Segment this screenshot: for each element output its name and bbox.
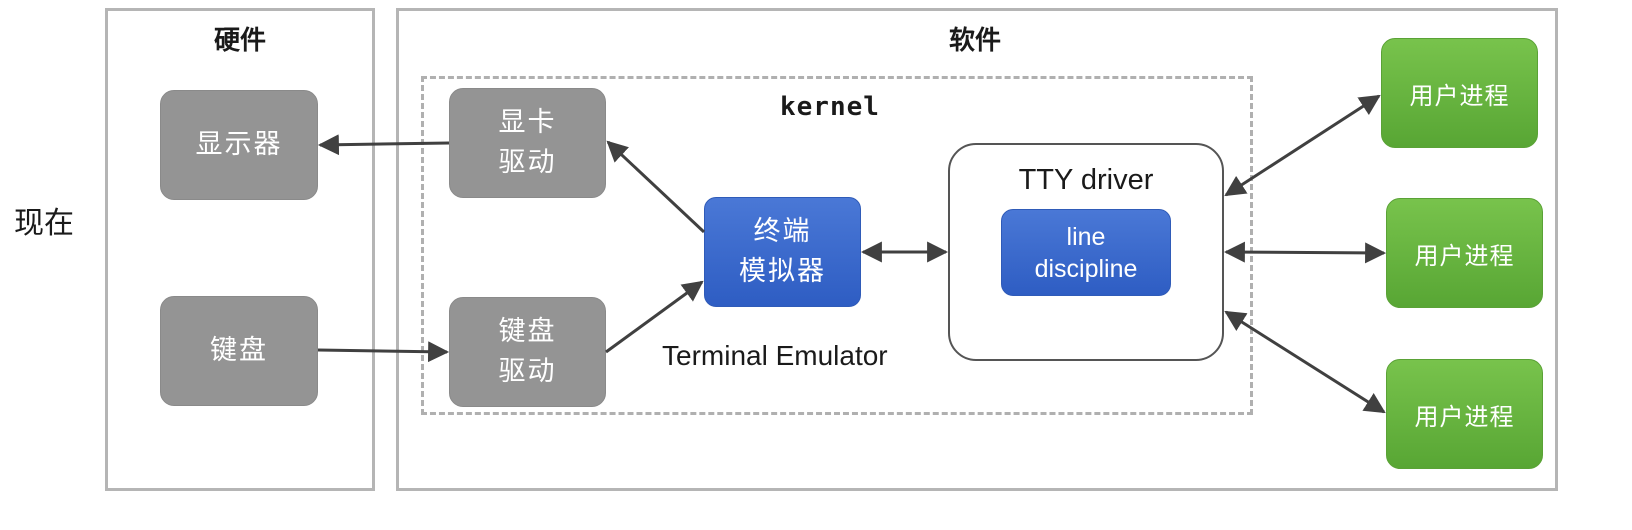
- arrow-emulator-to-display-driver: [606, 140, 706, 234]
- arrow-display-driver-to-display: [317, 134, 450, 156]
- connector-arrows: [317, 94, 1387, 414]
- arrow-tty-user-process-2: [1223, 241, 1387, 264]
- arrow-keyboard-driver-to-emulator: [605, 280, 704, 354]
- arrow-tty-user-process-3: [1224, 310, 1386, 414]
- arrow-keyboard-to-keyboard-driver: [317, 341, 450, 363]
- arrow-tty-user-process-1: [1224, 94, 1381, 197]
